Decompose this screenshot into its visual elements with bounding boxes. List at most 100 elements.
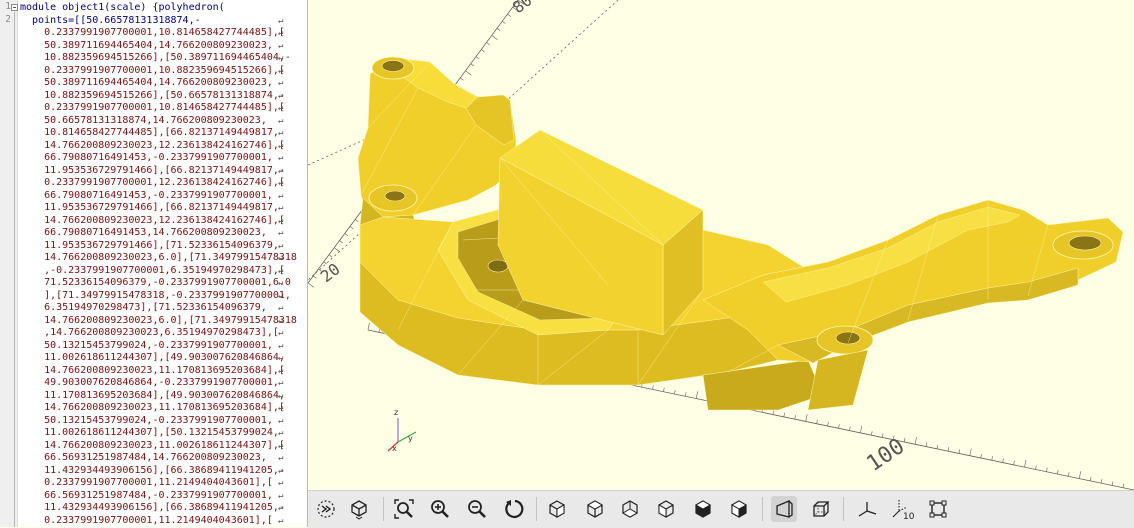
view-right-button[interactable]	[544, 496, 570, 522]
ruler-label-left: 20	[317, 259, 344, 286]
line-wrap-icon: ↵	[278, 365, 284, 376]
code-line[interactable]: 14.766200809230023,12.236138424162746],[	[20, 140, 285, 153]
code-line[interactable]: 0.2337991907700001,11.2149404043601],[	[20, 477, 285, 490]
code-line[interactable]: 14.766200809230023,11.170813695203684],[	[20, 402, 285, 415]
toolbar-separator	[843, 497, 844, 521]
line-wrap-icon: ↵	[278, 278, 284, 288]
view-all-button[interactable]	[346, 496, 372, 522]
code-line[interactable]: 11.432934493906156],[66.38689411941205,-	[20, 465, 285, 478]
animate-button[interactable]	[313, 496, 339, 522]
code-line[interactable]: 11.002618611244307],[50.13215453799024,	[20, 427, 285, 440]
code-line[interactable]: 0.2337991907700001,11.2149404043601],[	[20, 515, 285, 528]
line-wrap-icon: ↵	[278, 353, 284, 363]
axis-indicator: z y x	[387, 408, 417, 453]
orthogonal-icon	[813, 501, 830, 517]
code-line[interactable]: 50.13215453799024,-0.2337991907700001,	[20, 415, 285, 428]
show-scale-button[interactable]: 10	[890, 496, 916, 522]
line-number: 1	[5, 1, 11, 12]
code-line[interactable]: 14.766200809230023,6.0],[71.349799154783…	[20, 315, 297, 328]
line-wrap-icon: ↵	[278, 515, 284, 526]
line-wrap-icon: ↵	[278, 140, 284, 151]
code-line[interactable]: 66.79080716491453,-0.2337991907700001,	[20, 152, 285, 165]
code-line[interactable]: ,14.766200809230023,6.35194970298473],[	[20, 327, 285, 340]
toolbar-separator	[536, 497, 537, 521]
line-wrap-icon: ↵	[278, 490, 284, 501]
code-line[interactable]: 50.66578131318874,14.766200809230023,	[20, 115, 285, 128]
code-line[interactable]: 10.882359694515266],[50.66578131318874,-	[20, 90, 285, 103]
line-wrap-icon: ↵	[278, 378, 284, 388]
ruler-label-bottom: 100	[862, 434, 909, 477]
code-line[interactable]: 0.2337991907700001,10.814658427744485],[	[20, 27, 285, 40]
code-line[interactable]: 10.814658427744485],[66.82137149449817,	[20, 127, 285, 140]
zoom-fit-button[interactable]	[391, 496, 417, 522]
code-line[interactable]: 66.56931251987484,14.766200809230023,	[20, 452, 285, 465]
axis-label-x: x	[392, 444, 397, 453]
line-wrap-icon: ↵	[278, 103, 284, 113]
code-line[interactable]: 66.79080716491453,14.766200809230023,	[20, 227, 285, 240]
line-wrap-icon: ↵	[278, 153, 284, 163]
code-editor[interactable]: 1 2 module object1(scale) {polyhedron( p…	[0, 0, 308, 527]
show-axes-button[interactable]	[854, 496, 880, 522]
line-number-gutter: 1 2	[0, 0, 18, 527]
code-line[interactable]: 0.2337991907700001,10.814658427744485],[	[20, 102, 285, 115]
line-wrap-icon: ↵	[278, 440, 284, 451]
view-top-button[interactable]	[582, 496, 608, 522]
line-wrap-icon: ↵	[278, 465, 284, 476]
fold-collapse-icon[interactable]	[11, 4, 18, 11]
code-line[interactable]: 49.903007620846864,-0.2337991907700001,	[20, 377, 285, 390]
cube-front-icon	[694, 500, 712, 518]
line-wrap-icon: ↵	[278, 340, 284, 351]
orthogonal-button[interactable]	[808, 496, 834, 522]
code-line[interactable]: 14.766200809230023,6.0],[71.349799154783…	[20, 252, 297, 265]
code-line[interactable]: module object1(scale) {polyhedron(	[20, 2, 285, 15]
line-wrap-icon: ↵	[278, 265, 284, 276]
line-number: 2	[5, 13, 11, 25]
view-left-button[interactable]	[653, 496, 679, 522]
code-line[interactable]: 0.2337991907700001,12.236138424162746],[	[20, 177, 285, 190]
view-back-button[interactable]	[726, 496, 752, 522]
code-line[interactable]: ],[71.34979915478318,-0.2337991907700001…	[20, 290, 291, 303]
line-wrap-icon: ↵	[278, 390, 284, 401]
scale-markers-icon: 10	[892, 500, 915, 521]
3d-viewport[interactable]: 80 20 100 z y x	[308, 0, 1134, 490]
show-edges-button[interactable]	[925, 496, 951, 522]
code-line[interactable]: 10.882359694515266],[50.389711694465404,…	[20, 52, 291, 65]
code-line[interactable]: 6.35194970298473],[71.52336154096379,	[20, 302, 285, 315]
code-line[interactable]: 14.766200809230023,11.002618611244307],[	[20, 440, 285, 453]
zoom-out-button[interactable]	[464, 496, 490, 522]
cube-right-icon	[549, 500, 565, 518]
code-text[interactable]: module object1(scale) {polyhedron( point…	[20, 2, 297, 528]
code-line[interactable]: 50.389711694465404,14.766200809230023,	[20, 40, 285, 53]
code-line[interactable]: 66.56931251987484,-0.2337991907700001,	[20, 490, 285, 503]
code-line[interactable]: 0.2337991907700001,10.882359694515266],[	[20, 65, 285, 78]
code-line[interactable]: points=[[50.66578131318874,-	[20, 15, 285, 28]
code-line[interactable]: 11.432934493906156],[66.38689411941205,-	[20, 502, 285, 515]
code-line[interactable]: 11.002618611244307],[49.903007620846864,	[20, 352, 285, 365]
render-canvas[interactable]: 80 20 100 z y x	[308, 0, 1134, 490]
line-wrap-icon: ↵	[278, 403, 284, 413]
view-toolbar: 10	[308, 490, 1134, 528]
code-line[interactable]: 11.953536729791466],[66.82137149449817,-	[20, 165, 285, 178]
line-wrap-icon: ↵	[278, 215, 284, 226]
axis-label-y: y	[408, 434, 413, 443]
code-line[interactable]: 14.766200809230023,11.170813695203684],[	[20, 365, 285, 378]
line-wrap-icon: ↵	[278, 78, 284, 88]
code-line[interactable]: 50.389711694465404,14.766200809230023,	[20, 77, 285, 90]
line-wrap-icon: ↵	[278, 190, 284, 201]
perspective-icon	[776, 500, 793, 518]
code-line[interactable]: 66.79080716491453,-0.2337991907700001,	[20, 190, 285, 203]
view-front-button[interactable]	[690, 496, 716, 522]
perspective-button[interactable]	[771, 496, 797, 522]
code-line[interactable]: 71.52336154096379,-0.2337991907700001,6.…	[20, 277, 291, 290]
line-wrap-icon: ↵	[278, 303, 284, 313]
zoom-in-icon	[431, 500, 449, 518]
code-line[interactable]: 50.13215453799024,-0.2337991907700001,	[20, 340, 285, 353]
code-line[interactable]: 11.953536729791466],[66.82137149449817,	[20, 202, 285, 215]
code-line[interactable]: 11.953536729791466],[71.52336154096379,	[20, 240, 285, 253]
zoom-in-button[interactable]	[427, 496, 453, 522]
code-line[interactable]: 11.170813695203684],[49.903007620846864,	[20, 390, 285, 403]
code-line[interactable]: ,-0.2337991907700001,6.35194970298473],[	[20, 265, 285, 278]
code-line[interactable]: 14.766200809230023,12.236138424162746],[	[20, 215, 285, 228]
reset-view-button[interactable]	[501, 496, 527, 522]
view-bottom-button[interactable]	[617, 496, 643, 522]
